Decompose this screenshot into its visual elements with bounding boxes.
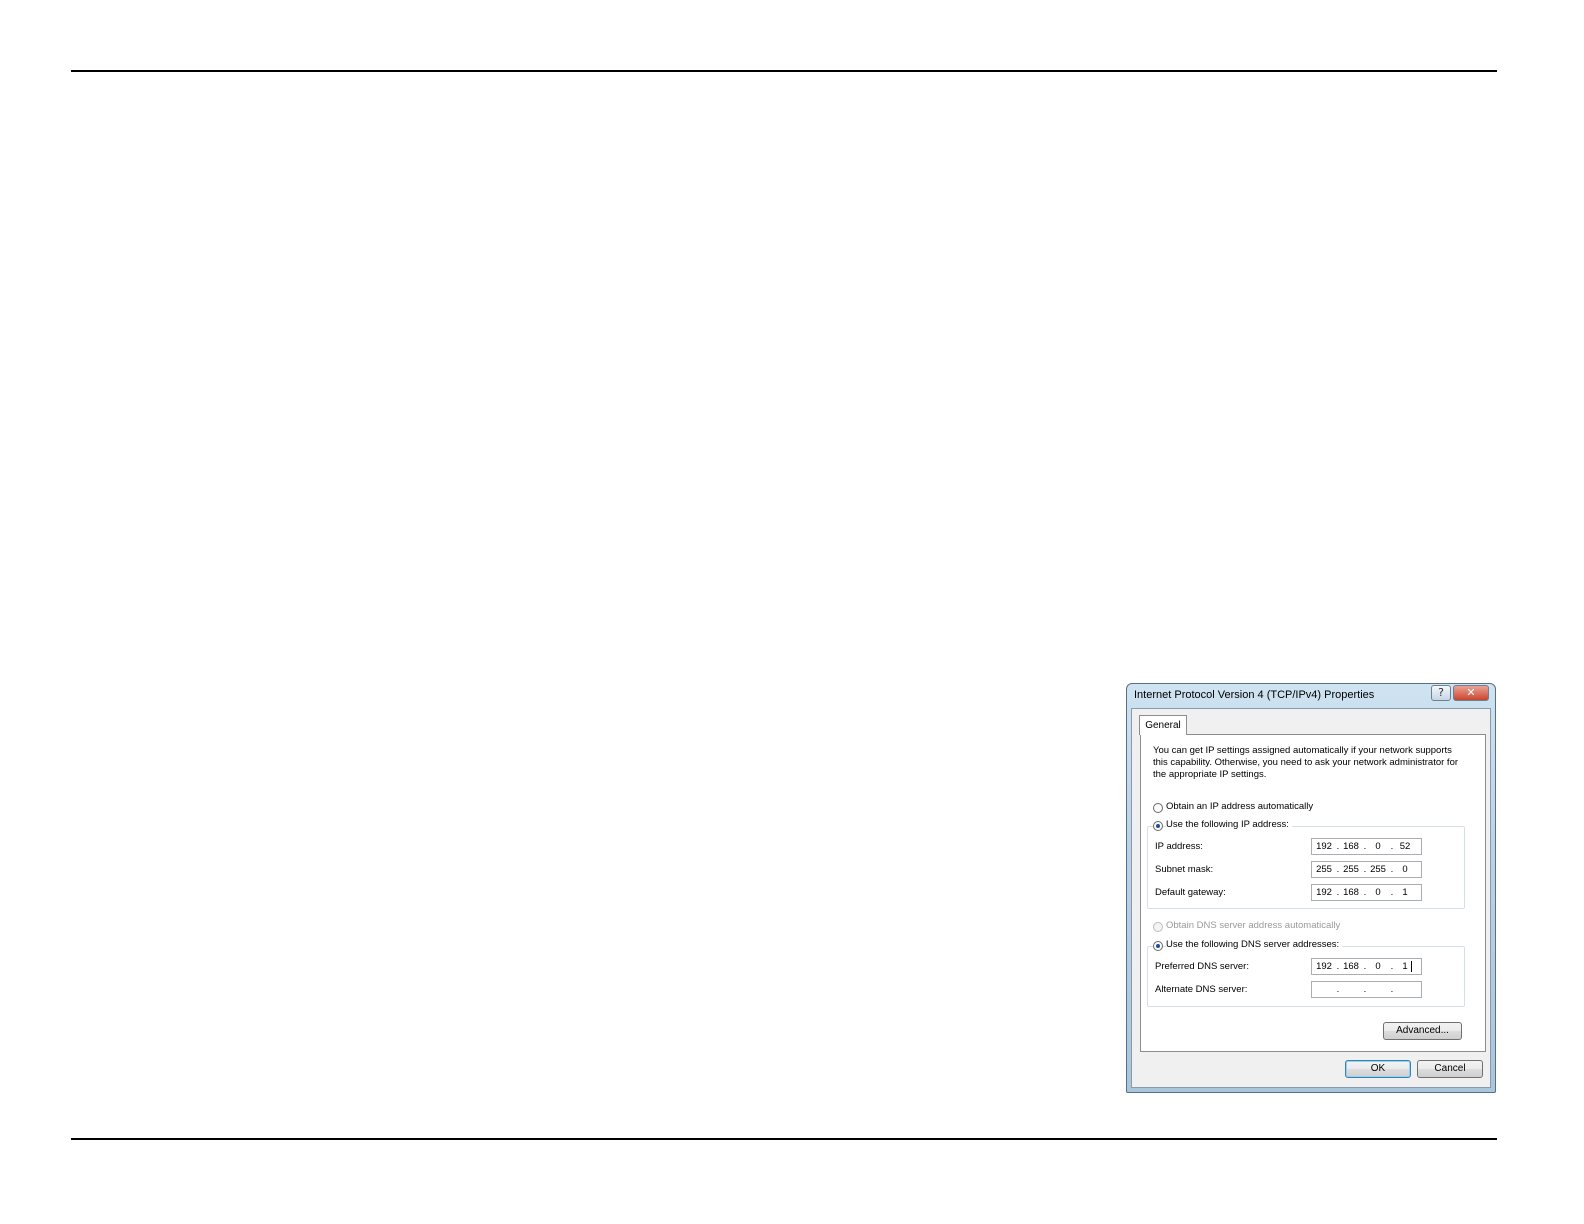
preferred-dns-octet-1: 192 (1316, 961, 1332, 972)
dns-auto-label[interactable]: Obtain DNS server address automatically (1166, 920, 1340, 931)
preferred-dns-label: Preferred DNS server: (1155, 961, 1249, 972)
ok-button[interactable]: OK (1345, 1060, 1411, 1078)
ip-auto-label[interactable]: Obtain an IP address automatically (1166, 801, 1313, 812)
ip-address-octet-3: 0 (1375, 841, 1381, 852)
dns-manual-label[interactable]: Use the following DNS server addresses: (1166, 939, 1343, 950)
dns-manual-radio[interactable] (1153, 941, 1163, 951)
default-gateway-label: Default gateway: (1155, 887, 1226, 898)
alternate-dns-field[interactable]: . . . (1311, 981, 1422, 998)
dialog-client-area: General You can get IP settings assigned… (1131, 708, 1491, 1088)
tab-general[interactable]: General (1139, 715, 1187, 735)
subnet-octet-2: 255 (1343, 864, 1359, 875)
ip-dot: . (1363, 984, 1367, 995)
gateway-octet-4: 1 (1402, 887, 1408, 898)
help-button[interactable]: ? (1431, 685, 1451, 701)
alternate-dns-label: Alternate DNS server: (1155, 984, 1248, 995)
default-gateway-field[interactable]: 192 . 168 . 0 . 1 (1311, 884, 1422, 901)
title-bar[interactable]: Internet Protocol Version 4 (TCP/IPv4) P… (1127, 684, 1495, 708)
ip-address-octet-1: 192 (1316, 841, 1332, 852)
ip-manual-label[interactable]: Use the following IP address: (1166, 819, 1292, 830)
text-cursor (1411, 961, 1412, 972)
ip-dot: . (1336, 984, 1340, 995)
help-icon: ? (1438, 686, 1444, 699)
gateway-octet-3: 0 (1375, 887, 1381, 898)
preferred-dns-field[interactable]: 192 . 168 . 0 . 1 (1311, 958, 1422, 975)
top-rule (71, 70, 1497, 72)
close-button[interactable]: ✕ (1453, 685, 1489, 701)
preferred-dns-octet-2: 168 (1343, 961, 1359, 972)
close-icon: ✕ (1466, 686, 1476, 699)
subnet-octet-1: 255 (1316, 864, 1332, 875)
ip-manual-radio[interactable] (1153, 821, 1163, 831)
general-panel: You can get IP settings assigned automat… (1140, 734, 1486, 1052)
advanced-button[interactable]: Advanced... (1383, 1022, 1462, 1040)
ip-address-label: IP address: (1155, 841, 1203, 852)
preferred-dns-octet-4: 1 (1402, 961, 1408, 972)
ip-auto-radio[interactable] (1153, 803, 1163, 813)
ip-dot: . (1390, 984, 1394, 995)
bottom-rule (71, 1138, 1497, 1140)
description-text: You can get IP settings assigned automat… (1153, 745, 1459, 780)
ip-address-field[interactable]: 192 . 168 . 0 . 52 (1311, 838, 1422, 855)
ip-address-octet-2: 168 (1343, 841, 1359, 852)
preferred-dns-octet-3: 0 (1375, 961, 1381, 972)
tcpip-properties-dialog: Internet Protocol Version 4 (TCP/IPv4) P… (1126, 683, 1496, 1093)
dns-auto-radio[interactable] (1153, 922, 1163, 932)
subnet-octet-3: 255 (1370, 864, 1386, 875)
gateway-octet-2: 168 (1343, 887, 1359, 898)
subnet-mask-label: Subnet mask: (1155, 864, 1214, 875)
subnet-mask-field[interactable]: 255 . 255 . 255 . 0 (1311, 861, 1422, 878)
subnet-octet-4: 0 (1402, 864, 1408, 875)
gateway-octet-1: 192 (1316, 887, 1332, 898)
dialog-title: Internet Protocol Version 4 (TCP/IPv4) P… (1134, 689, 1375, 701)
ip-address-octet-4: 52 (1399, 841, 1411, 852)
cancel-button[interactable]: Cancel (1417, 1060, 1483, 1078)
